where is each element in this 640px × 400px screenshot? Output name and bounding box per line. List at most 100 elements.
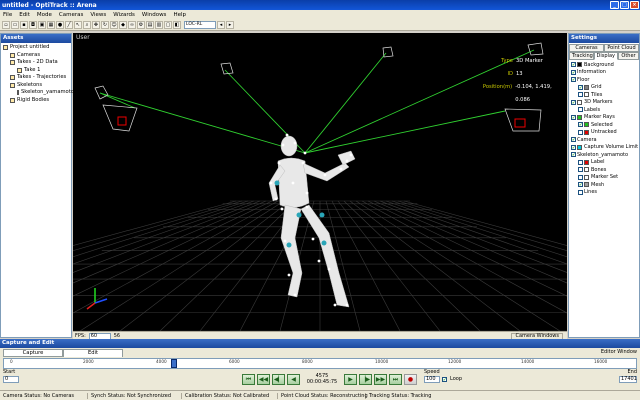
step-back-button[interactable]: ◀▏ [272,373,285,385]
tab-display[interactable]: Display [593,52,618,60]
view-next-icon[interactable]: ▸ [226,21,234,29]
color-swatch[interactable] [584,182,589,188]
settings-item[interactable]: Bones [569,166,639,174]
video-icon[interactable]: ▣ [38,21,46,29]
color-swatch[interactable] [584,84,589,90]
color-swatch[interactable] [584,174,589,180]
view-icon[interactable]: ◧ [173,21,181,29]
menu-wizards[interactable]: Wizards [113,12,135,18]
settings-checkbox[interactable]: ✔ [571,114,576,120]
editor-window-button[interactable]: Editor Window [601,349,637,355]
color-swatch[interactable] [577,144,582,150]
color-swatch[interactable] [584,159,589,165]
settings-item[interactable]: Label [569,159,639,167]
menu-windows[interactable]: Windows [142,12,167,18]
tab-point-cloud[interactable]: Point Cloud [604,44,639,52]
settings-icon[interactable]: ⚙ [137,21,145,29]
menu-help[interactable]: Help [173,12,186,18]
settings-item[interactable]: Lines [569,189,639,197]
settings-item[interactable]: Tiles [569,91,639,99]
layout-icon[interactable]: ▤ [146,21,154,29]
save-icon[interactable]: ▪ [20,21,28,29]
view-select[interactable]: LOC-RL [184,21,216,29]
settings-checkbox[interactable] [578,107,583,113]
timeline-playhead[interactable] [171,359,177,368]
color-swatch[interactable] [584,167,589,173]
go-end-button[interactable]: ⏭ [389,373,402,385]
view-prev-icon[interactable]: ◂ [217,21,225,29]
3d-viewport[interactable]: User Type 3D Marker ID 13 Position(m) -0.104,… [73,33,567,331]
settings-checkbox[interactable] [578,92,583,98]
color-swatch[interactable] [577,62,582,68]
settings-checkbox[interactable]: ✔ [571,77,576,83]
settings-checkbox[interactable] [578,129,583,135]
tab-capture[interactable]: Capture [3,349,63,357]
settings-item[interactable]: Labels [569,106,639,114]
settings-item[interactable]: ✔ Camera [569,136,639,144]
settings-item[interactable]: Marker Set [569,174,639,182]
color-swatch[interactable] [584,122,589,128]
select-icon[interactable]: ↖ [74,21,82,29]
marker-icon[interactable]: ● [56,21,64,29]
menu-cameras[interactable]: Cameras [59,12,83,18]
asset-tree-item[interactable]: Skeletons [1,82,71,90]
tab-other[interactable]: Other [618,52,639,60]
tab-cameras[interactable]: Cameras [569,44,604,52]
window-icon[interactable]: ▢ [164,21,172,29]
skeleton-icon[interactable]: ☺ [110,21,118,29]
asset-tree-item[interactable]: Takes - Trajectories [1,74,71,82]
next-key-button[interactable]: ▶▶ [374,373,387,385]
settings-item[interactable]: ✔ Mesh [569,181,639,189]
color-swatch[interactable] [584,129,589,135]
play-button[interactable]: ▶ [344,373,357,385]
settings-checkbox[interactable]: ✔ [578,84,583,90]
zoom-icon[interactable]: ⌕ [83,21,91,29]
end-input[interactable]: 17401 [619,376,637,383]
split-icon[interactable]: ▥ [155,21,163,29]
color-swatch[interactable] [584,92,589,98]
color-swatch[interactable] [577,114,582,120]
ray-icon[interactable]: ╱ [65,21,73,29]
settings-checkbox[interactable]: ✔ [571,69,576,75]
settings-checkbox[interactable]: ✔ [578,122,583,128]
tab-tracking[interactable]: Tracking [569,52,594,60]
rigid-body-icon[interactable]: ◆ [119,21,127,29]
open-icon[interactable]: ▭ [11,21,19,29]
maximize-button[interactable]: □ [620,1,629,9]
start-input[interactable]: 0 [3,376,19,383]
settings-item[interactable]: ✔ Selected [569,121,639,129]
settings-checkbox[interactable] [578,159,583,165]
settings-item[interactable]: ✔ Floor [569,76,639,84]
reverse-play-button[interactable]: ◀ [287,373,300,385]
settings-item[interactable]: ✔ Background [569,61,639,69]
settings-checkbox[interactable] [578,167,583,173]
asset-tree-item[interactable]: Take 1 [1,67,71,75]
link-icon[interactable]: ∞ [128,21,136,29]
settings-checkbox[interactable]: ✔ [571,144,576,150]
menu-file[interactable]: File [3,12,12,18]
rotate-icon[interactable]: ↻ [101,21,109,29]
loop-checkbox[interactable]: ✔ [442,376,447,382]
tab-edit[interactable]: Edit [63,349,123,357]
settings-checkbox[interactable]: ✔ [571,62,576,68]
close-button[interactable]: × [630,1,639,9]
asset-tree-item[interactable]: Skeleton_yamamoto [1,89,74,97]
pan-icon[interactable]: ✥ [92,21,100,29]
settings-item[interactable]: Untracked [569,129,639,137]
menu-mode[interactable]: Mode [37,12,52,18]
camera-icon[interactable]: ◘ [29,21,37,29]
settings-item[interactable]: ✔ Grid [569,84,639,92]
grid-icon[interactable]: ▦ [47,21,55,29]
settings-item[interactable]: ✔ Capture Volume Limit [569,144,639,152]
asset-tree-item[interactable]: Cameras [1,52,71,60]
settings-checkbox[interactable]: ✔ [571,99,576,105]
new-icon[interactable]: ▫ [2,21,10,29]
step-forward-button[interactable]: ▕▶ [359,373,372,385]
asset-tree-item[interactable]: Takes - 2D Data [1,59,71,67]
settings-item[interactable]: ✔ 3D Markers [569,99,639,107]
settings-checkbox[interactable] [578,189,583,195]
menu-views[interactable]: Views [90,12,106,18]
speed-input[interactable]: 100 [424,376,440,383]
color-swatch[interactable] [577,99,582,105]
timeline-scrubber[interactable]: 0 2000 4000 6000 8000 10000 12000 14000 16000 [3,358,637,369]
